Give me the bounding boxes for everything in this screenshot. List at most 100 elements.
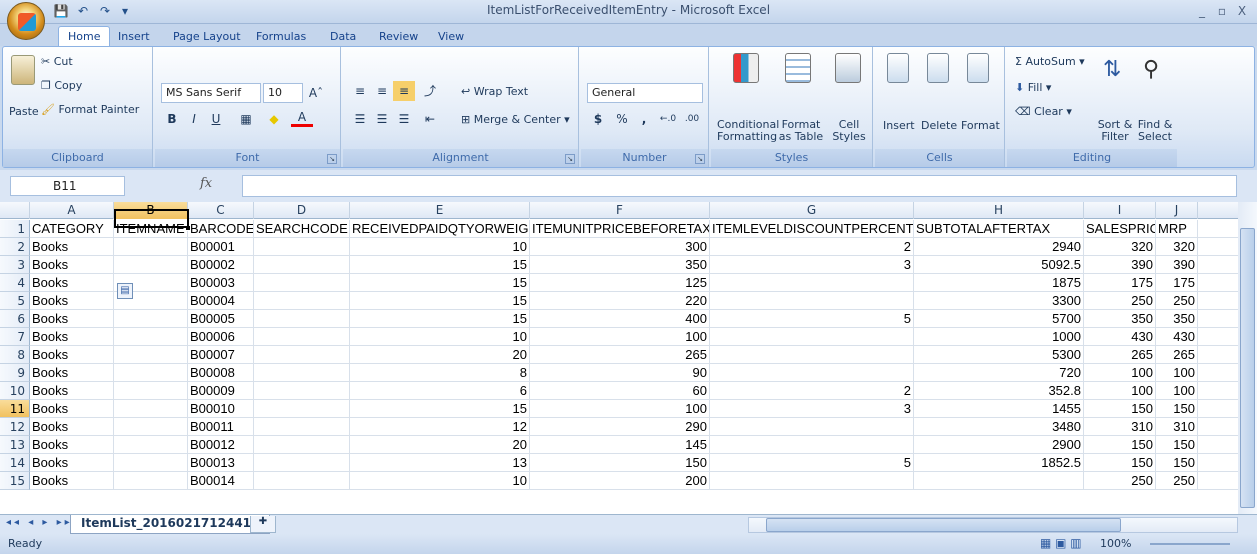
cell-f3[interactable]: 350 (530, 256, 710, 274)
align-right-icon[interactable]: ☰ (393, 109, 415, 129)
cell-d11[interactable] (254, 400, 350, 418)
save-icon[interactable]: 💾 (52, 3, 70, 19)
row-header-12[interactable]: 12 (0, 418, 30, 436)
conditional-formatting-button[interactable]: Conditional Formatting (717, 119, 779, 143)
cell-d2[interactable] (254, 238, 350, 256)
column-header-a[interactable]: A (30, 202, 114, 219)
cell-styles-button[interactable]: Cell Styles (827, 119, 871, 143)
cell-g8[interactable] (710, 346, 914, 364)
cell-j11[interactable]: 150 (1156, 400, 1198, 418)
tab-home[interactable]: Home (58, 26, 111, 46)
cell-c7[interactable]: B00006 (188, 328, 254, 346)
cell-d12[interactable] (254, 418, 350, 436)
tab-review[interactable]: Review (371, 28, 426, 46)
row-header-14[interactable]: 14 (0, 454, 30, 472)
cell-h11[interactable]: 1455 (914, 400, 1084, 418)
cell-j4[interactable]: 175 (1156, 274, 1198, 292)
alignment-launcher-icon[interactable]: ↘ (565, 154, 575, 164)
cell-e8[interactable]: 20 (350, 346, 530, 364)
column-header-g[interactable]: G (710, 202, 914, 219)
fill-button[interactable]: ⬇ Fill ▾ (1015, 81, 1051, 94)
cell-e10[interactable]: 6 (350, 382, 530, 400)
row-header-8[interactable]: 8 (0, 346, 30, 364)
cell-j2[interactable]: 320 (1156, 238, 1198, 256)
currency-button[interactable]: $ (587, 109, 609, 129)
italic-button[interactable]: I (183, 109, 205, 129)
cell-a1[interactable]: CATEGORY (30, 220, 114, 238)
cell-j8[interactable]: 265 (1156, 346, 1198, 364)
cell-f6[interactable]: 400 (530, 310, 710, 328)
cell-g5[interactable] (710, 292, 914, 310)
autosum-button[interactable]: Σ AutoSum ▾ (1015, 55, 1085, 68)
cell-f8[interactable]: 265 (530, 346, 710, 364)
cell-b6[interactable] (114, 310, 188, 328)
view-buttons-icon[interactable]: ▦ ▣ ▥ (1040, 536, 1082, 550)
align-center-icon[interactable]: ☰ (371, 109, 393, 129)
format-as-table-button[interactable]: Format as Table (777, 119, 825, 143)
align-top-icon[interactable]: ≡ (349, 81, 371, 101)
decrease-decimal-button[interactable]: .00 (681, 109, 703, 129)
cell-c1[interactable]: BARCODE (188, 220, 254, 238)
indent-icon[interactable]: ⇤ (419, 109, 441, 129)
cell-c3[interactable]: B00002 (188, 256, 254, 274)
minimize-button[interactable]: _ (1192, 2, 1212, 20)
orientation-icon[interactable]: ⤴ (419, 81, 441, 101)
tab-formulas[interactable]: Formulas (248, 28, 314, 46)
row-header-1[interactable]: 1 (0, 220, 30, 238)
cell-i11[interactable]: 150 (1084, 400, 1156, 418)
cell-i5[interactable]: 250 (1084, 292, 1156, 310)
cell-h4[interactable]: 1875 (914, 274, 1084, 292)
cell-h1[interactable]: SUBTOTALAFTERTAX (914, 220, 1084, 238)
cell-c8[interactable]: B00007 (188, 346, 254, 364)
cell-g4[interactable] (710, 274, 914, 292)
cell-d7[interactable] (254, 328, 350, 346)
tab-insert[interactable]: Insert (110, 28, 158, 46)
cell-e4[interactable]: 15 (350, 274, 530, 292)
merge-center-button[interactable]: ⊞ Merge & Center ▾ (461, 113, 570, 126)
increase-decimal-button[interactable]: ←.0 (657, 109, 679, 129)
row-header-7[interactable]: 7 (0, 328, 30, 346)
format-button[interactable]: Format (961, 119, 1000, 132)
cell-h2[interactable]: 2940 (914, 238, 1084, 256)
cell-i1[interactable]: SALESPRICE (1084, 220, 1156, 238)
cell-f10[interactable]: 60 (530, 382, 710, 400)
row-header-9[interactable]: 9 (0, 364, 30, 382)
cell-a2[interactable]: Books (30, 238, 114, 256)
sheet-nav-buttons[interactable]: ◂◂ ◂ ▸ ▸▸ (6, 517, 73, 528)
cell-j13[interactable]: 150 (1156, 436, 1198, 454)
cell-e1[interactable]: RECEIVEDPAIDQTYORWEIGHT (350, 220, 530, 238)
cell-d1[interactable]: SEARCHCODE (254, 220, 350, 238)
percent-button[interactable]: % (611, 109, 633, 129)
number-launcher-icon[interactable]: ↘ (695, 154, 705, 164)
clear-button[interactable]: ⌫ Clear ▾ (1015, 105, 1072, 118)
font-name-combo[interactable]: MS Sans Serif (161, 83, 261, 103)
cell-a3[interactable]: Books (30, 256, 114, 274)
cell-a10[interactable]: Books (30, 382, 114, 400)
cell-h15[interactable] (914, 472, 1084, 490)
cell-e7[interactable]: 10 (350, 328, 530, 346)
cell-f9[interactable]: 90 (530, 364, 710, 382)
comma-button[interactable]: , (633, 109, 655, 129)
cell-j15[interactable]: 250 (1156, 472, 1198, 490)
cell-b8[interactable] (114, 346, 188, 364)
cell-f11[interactable]: 100 (530, 400, 710, 418)
worksheet-grid[interactable]: ABCDEFGHIJ 1 CATEGORY ITEMNAME BARCODE SEARC… (0, 202, 1238, 514)
cell-e15[interactable]: 10 (350, 472, 530, 490)
row-header-10[interactable]: 10 (0, 382, 30, 400)
cell-g6[interactable]: 5 (710, 310, 914, 328)
cell-f14[interactable]: 150 (530, 454, 710, 472)
redo-icon[interactable]: ↷ (96, 3, 114, 19)
cell-d9[interactable] (254, 364, 350, 382)
wrap-text-button[interactable]: ↩ Wrap Text (461, 85, 528, 98)
cell-i7[interactable]: 430 (1084, 328, 1156, 346)
font-launcher-icon[interactable]: ↘ (327, 154, 337, 164)
formula-input[interactable] (242, 175, 1237, 197)
cell-c5[interactable]: B00004 (188, 292, 254, 310)
format-painter-button[interactable]: 🖌 Format Painter (41, 103, 139, 116)
row-header-5[interactable]: 5 (0, 292, 30, 310)
cell-h5[interactable]: 3300 (914, 292, 1084, 310)
cell-g2[interactable]: 2 (710, 238, 914, 256)
paste-button[interactable]: Paste (9, 105, 39, 118)
cell-d3[interactable] (254, 256, 350, 274)
select-all-corner[interactable] (0, 202, 30, 219)
